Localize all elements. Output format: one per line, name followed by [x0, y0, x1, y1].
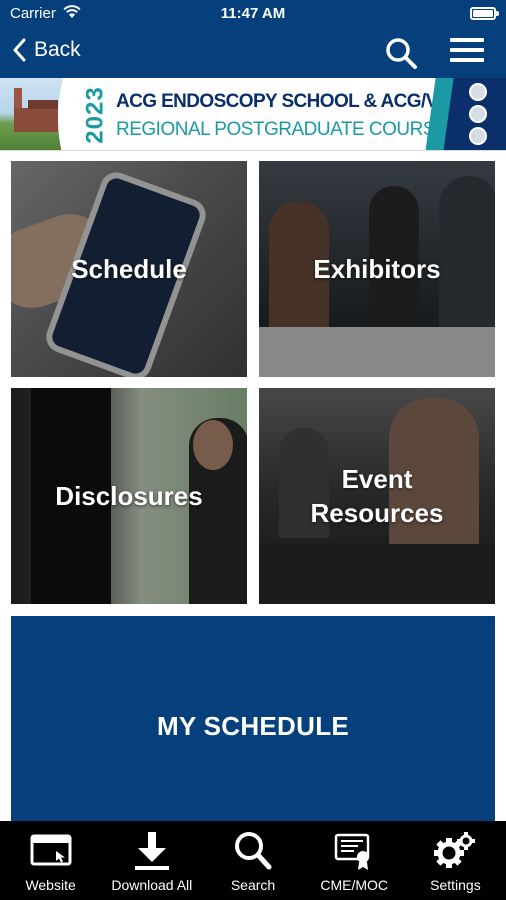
back-button[interactable]: Back — [12, 38, 81, 62]
hamburger-menu-icon[interactable] — [450, 38, 484, 68]
search-icon — [235, 832, 272, 870]
tile-label: Exhibitors — [313, 254, 441, 284]
tab-label: Download All — [111, 877, 193, 893]
my-schedule-button[interactable]: MY SCHEDULE — [11, 616, 495, 836]
browser-window-icon — [30, 834, 72, 866]
disclosures-tile[interactable]: Disclosures — [11, 388, 247, 604]
nav-bar: Back — [0, 28, 506, 78]
tab-settings[interactable]: Settings — [405, 821, 506, 900]
exhibitors-tile[interactable]: Exhibitors — [259, 161, 495, 377]
tab-cme-moc[interactable]: CME/MOC — [304, 821, 405, 900]
tab-label: Search — [230, 877, 276, 893]
tab-label: CME/MOC — [320, 877, 389, 893]
status-bar: Carrier 11:47 AM — [0, 0, 506, 28]
my-schedule-label: MY SCHEDULE — [156, 710, 350, 741]
gears-icon — [434, 832, 476, 868]
schedule-tile[interactable]: Schedule — [11, 161, 247, 377]
status-time: 11:47 AM — [220, 5, 286, 22]
search-icon[interactable] — [384, 36, 418, 70]
tile-label: Disclosures — [55, 481, 203, 511]
tab-download-all[interactable]: Download All — [101, 821, 202, 900]
download-icon — [134, 832, 169, 870]
society-seal-logo — [469, 105, 487, 123]
back-label: Back — [34, 38, 81, 61]
society-seal-logo — [469, 83, 487, 101]
tile-label: Event Resources — [310, 464, 444, 528]
banner-subtitle: REGIONAL POSTGRADUATE COURSE — [116, 119, 448, 140]
tab-label: Website — [25, 877, 76, 893]
tab-website[interactable]: Website — [0, 821, 101, 900]
chevron-left-icon — [13, 38, 26, 62]
tile-label: Schedule — [71, 254, 187, 284]
battery-icon — [470, 7, 499, 20]
tab-label: Settings — [430, 877, 481, 893]
bottom-tab-bar: Website Download All Search CME/MOC Sett… — [0, 821, 506, 900]
event-resources-tile[interactable]: Event Resources — [259, 388, 495, 604]
society-seal-logo — [469, 127, 487, 145]
certificate-icon — [334, 833, 370, 870]
tab-search[interactable]: Search — [202, 821, 303, 900]
event-banner: 2023 ACG ENDOSCOPY SCHOOL & ACG/VGS/ODSG… — [0, 78, 506, 151]
